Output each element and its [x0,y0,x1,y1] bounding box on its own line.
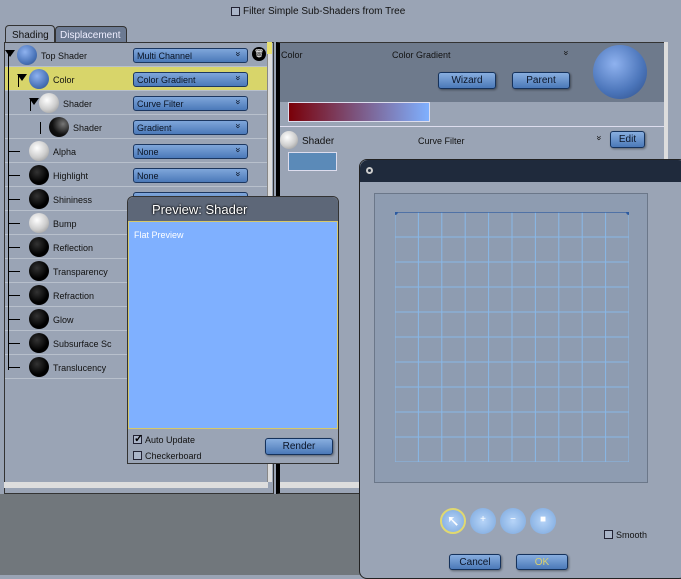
color-preview-sphere [593,45,647,99]
preview-mode-label[interactable]: Flat Preview [134,230,184,240]
chevron-down-icon[interactable]: » [595,135,605,140]
edit-point-icon[interactable]: ■ [530,508,556,534]
shader-ball-icon [29,189,49,209]
shader-ball-icon [29,69,49,89]
preview-area [128,221,338,429]
tree-row-dropdown[interactable]: None [133,168,248,183]
tree-row-label: Color [53,75,75,85]
expand-triangle-icon[interactable] [29,98,39,105]
tab-shading[interactable]: Shading [5,25,55,43]
wizard-button[interactable]: Wizard [438,72,496,89]
shader-color-swatch[interactable] [288,152,337,171]
shader-ball-icon [49,117,69,137]
remove-point-icon[interactable]: − [500,508,526,534]
channel-type[interactable]: Color Gradient [392,50,451,60]
tree-row-label: Shader [63,99,93,109]
shader-ball-icon [17,45,37,65]
tree-row-label: Subsurface Sc [53,339,112,349]
checkerboard-checkbox[interactable] [133,451,142,460]
preview-title: Preview: Shader [152,202,248,217]
shader-ball-icon [29,309,49,329]
tree-row-dropdown[interactable]: None [133,144,248,159]
tree-row-label: Bump [53,219,77,229]
cancel-button[interactable]: Cancel [449,554,501,570]
shader-type[interactable]: Curve Filter [418,136,465,146]
curve-editor-dialog: ➚ + − ■ Smooth Cancel OK [359,159,681,579]
shader-ball-icon [29,261,49,281]
shader-ball-icon [29,285,49,305]
render-button[interactable]: Render [265,438,333,455]
tree-scroll-thumb[interactable] [267,42,272,54]
chevron-down-icon[interactable]: » [562,50,572,55]
tree-row-label: Refraction [53,291,95,301]
tree-row-label: Top Shader [41,51,88,61]
gradient-bar[interactable] [288,102,430,122]
shader-ball-icon [29,165,49,185]
filter-checkbox[interactable] [231,7,240,16]
add-point-icon[interactable]: + [470,508,496,534]
shader-ball-icon [29,141,49,161]
channel-label: Color [281,50,303,60]
tree-row-dropdown[interactable]: Multi Channel [133,48,248,63]
shader-ball-icon [29,357,49,377]
tree-row-dropdown[interactable]: Color Gradient [133,72,248,87]
shader-sphere [280,131,298,149]
shader-ball-icon [39,93,59,113]
tree-row-label: Reflection [53,243,94,253]
select-arrow-icon[interactable]: ➚ [440,508,466,534]
tree-row-label: Shader [73,123,103,133]
preview-dialog: Preview: Shader Flat Preview Auto Update… [127,196,339,464]
smooth-label: Smooth [616,530,648,540]
filter-label: Filter Simple Sub-Shaders from Tree [243,6,406,17]
curve-point[interactable] [395,212,398,215]
shader-ball-icon [29,333,49,353]
curve-point[interactable] [626,212,629,215]
tree-row-dropdown[interactable]: Gradient [133,120,248,135]
ok-button[interactable]: OK [516,554,568,570]
auto-update-label: Auto Update [145,435,196,445]
tab-displacement[interactable]: Displacement [55,26,127,42]
expand-triangle-icon[interactable] [17,74,27,81]
shader-label: Shader [302,136,335,147]
tree-row-label: Highlight [53,171,89,181]
auto-update-checkbox[interactable] [133,432,143,445]
tree-row-dropdown[interactable]: Curve Filter [133,96,248,111]
tree-hscrollbar[interactable] [4,482,268,488]
edit-button[interactable]: Edit [610,131,645,148]
smooth-checkbox[interactable] [604,530,613,539]
parent-button[interactable]: Parent [512,72,570,89]
shader-ball-icon [29,213,49,233]
expand-triangle-icon[interactable] [5,50,15,57]
checkerboard-label: Checkerboard [145,451,202,461]
tree-row-label: Translucency [53,363,107,373]
tree-row-label: Shininess [53,195,93,205]
tree-row-label: Transparency [53,267,108,277]
tree-row-label: Alpha [53,147,77,157]
curve-graph[interactable] [395,212,629,462]
shader-ball-icon [29,237,49,257]
close-icon[interactable] [366,167,373,174]
tree-row-label: Glow [53,315,74,325]
